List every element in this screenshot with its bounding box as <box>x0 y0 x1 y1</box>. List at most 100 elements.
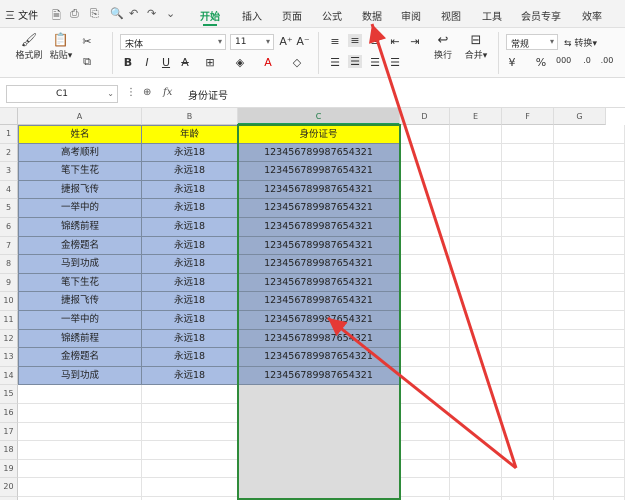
font-color-icon[interactable]: A <box>261 56 275 69</box>
currency-icon[interactable]: ¥ <box>505 56 519 69</box>
table-cell[interactable]: 永远18 <box>142 218 238 237</box>
table-cell[interactable]: 123456789987654321 <box>238 162 400 181</box>
merge-button[interactable]: ⊟ 合并▾ <box>460 34 492 62</box>
clear-icon[interactable]: ◇ <box>290 56 304 69</box>
table-cell[interactable]: 123456789987654321 <box>238 199 400 218</box>
row-header[interactable]: 6 <box>0 218 18 237</box>
decrease-decimal-icon[interactable]: .00 <box>600 56 614 65</box>
align-right-icon[interactable]: ☰ <box>368 56 382 69</box>
row-header[interactable]: 15 <box>0 385 18 404</box>
redo-icon[interactable]: ↷ <box>147 7 156 20</box>
table-cell[interactable]: 马到功成 <box>18 255 142 274</box>
table-cell[interactable]: 笔下生花 <box>18 162 142 181</box>
justify-icon[interactable]: ☰ <box>388 56 402 69</box>
font-name-select[interactable]: 宋体 ▾ <box>120 34 226 50</box>
table-cell[interactable]: 高考顺利 <box>18 143 142 163</box>
selected-empty-cells[interactable] <box>238 385 400 500</box>
row-header[interactable]: 12 <box>0 329 18 349</box>
row-header[interactable]: 18 <box>0 441 18 460</box>
convert-button[interactable]: ⇆ 转换▾ <box>564 36 597 49</box>
zoom-icon[interactable]: ⊕ <box>143 87 151 98</box>
row-header[interactable]: 19 <box>0 459 18 479</box>
table-cell[interactable]: 123456789987654321 <box>238 255 400 274</box>
column-header-e[interactable]: E <box>450 108 502 125</box>
row-header[interactable]: 17 <box>0 422 18 442</box>
print-preview-icon[interactable]: 🔍 <box>110 7 124 20</box>
tab-data[interactable]: 数据 <box>362 8 382 23</box>
table-cell[interactable]: 123456789987654321 <box>238 366 400 386</box>
table-cell[interactable]: 一举中的 <box>18 199 142 218</box>
export-icon[interactable]: ⎙ <box>70 7 79 21</box>
row-header[interactable]: 16 <box>0 404 18 423</box>
table-cell[interactable]: 永远18 <box>142 143 238 163</box>
chevron-down-icon[interactable]: ⌄ <box>166 7 175 20</box>
formula-input[interactable]: 身份证号 <box>188 87 228 102</box>
column-header-f[interactable]: F <box>502 108 554 125</box>
row-header[interactable]: 1 <box>0 125 18 144</box>
tab-member[interactable]: 会员专享 <box>521 8 561 23</box>
column-header-d[interactable]: D <box>400 108 450 125</box>
row-header[interactable]: 13 <box>0 348 18 367</box>
table-cell[interactable]: 永远18 <box>142 162 238 181</box>
row-header[interactable]: 7 <box>0 236 18 256</box>
bold-icon[interactable]: B <box>121 56 135 69</box>
table-cell[interactable]: 123456789987654321 <box>238 273 400 293</box>
font-size-select[interactable]: 11 ▾ <box>230 34 274 50</box>
number-format-select[interactable]: 常规 ▾ <box>506 34 558 50</box>
table-cell[interactable]: 123456789987654321 <box>238 292 400 311</box>
row-header[interactable]: 14 <box>0 366 18 386</box>
indent-decrease-icon[interactable]: ⇤ <box>388 35 402 48</box>
table-cell[interactable]: 金榜题名 <box>18 348 142 367</box>
tab-home[interactable]: 开始 <box>200 8 220 26</box>
column-header-a[interactable]: A <box>18 108 142 125</box>
percent-icon[interactable]: % <box>534 56 548 69</box>
print-icon[interactable]: ⎘ <box>90 7 99 21</box>
table-cell[interactable]: 123456789987654321 <box>238 311 400 330</box>
table-cell[interactable]: 永远18 <box>142 329 238 349</box>
table-cell[interactable]: 123456789987654321 <box>238 329 400 349</box>
tab-view[interactable]: 视图 <box>441 8 461 23</box>
table-cell[interactable]: 永远18 <box>142 273 238 293</box>
table-header-cell[interactable]: 姓名 <box>18 125 142 144</box>
format-painter-button[interactable]: 🖌 格式刷 <box>12 34 46 62</box>
table-cell[interactable]: 123456789987654321 <box>238 236 400 256</box>
table-cell[interactable]: 123456789987654321 <box>238 180 400 200</box>
table-cell[interactable]: 马到功成 <box>18 366 142 386</box>
table-header-cell[interactable]: 年龄 <box>142 125 238 144</box>
table-cell[interactable]: 永远18 <box>142 348 238 367</box>
table-cell[interactable]: 永远18 <box>142 292 238 311</box>
save-icon[interactable]: 🗎 <box>52 7 61 26</box>
paste-button[interactable]: 📋 粘贴▾ <box>46 34 76 62</box>
table-cell[interactable]: 锦绣前程 <box>18 329 142 349</box>
table-cell[interactable]: 一举中的 <box>18 311 142 330</box>
table-cell[interactable]: 捷报飞传 <box>18 180 142 200</box>
table-cell[interactable]: 笔下生花 <box>18 273 142 293</box>
file-menu[interactable]: 三 文件 <box>5 7 38 22</box>
copy-icon[interactable]: ⧉ <box>80 55 94 69</box>
table-cell[interactable]: 永远18 <box>142 180 238 200</box>
border-icon[interactable]: ⊞ <box>203 56 217 69</box>
underline-icon[interactable]: U <box>159 56 173 69</box>
table-cell[interactable]: 金榜题名 <box>18 236 142 256</box>
function-icon[interactable]: fx <box>163 87 172 98</box>
table-cell[interactable]: 永远18 <box>142 199 238 218</box>
table-header-cell[interactable]: 身份证号 <box>238 125 400 144</box>
name-box[interactable]: C1 ⌄ <box>6 85 118 103</box>
row-header[interactable]: 5 <box>0 199 18 218</box>
table-cell[interactable]: 永远18 <box>142 236 238 256</box>
align-bottom-icon[interactable]: ≡ <box>368 35 382 48</box>
tab-page[interactable]: 页面 <box>282 8 302 23</box>
align-top-icon[interactable]: ≡ <box>328 35 342 48</box>
column-header-g[interactable]: G <box>554 108 606 125</box>
row-header[interactable]: 9 <box>0 273 18 293</box>
increase-decimal-icon[interactable]: .0 <box>580 56 594 65</box>
fill-color-icon[interactable]: ◈ <box>233 56 247 69</box>
align-center-icon[interactable]: ☰ <box>348 55 362 68</box>
tab-review[interactable]: 审阅 <box>401 8 421 23</box>
align-middle-icon[interactable]: ≡ <box>348 34 362 47</box>
row-header[interactable]: 4 <box>0 180 18 200</box>
tab-insert[interactable]: 插入 <box>242 8 262 23</box>
row-header[interactable]: 20 <box>0 478 18 497</box>
tab-formula[interactable]: 公式 <box>322 8 342 23</box>
row-header[interactable]: 2 <box>0 143 18 163</box>
